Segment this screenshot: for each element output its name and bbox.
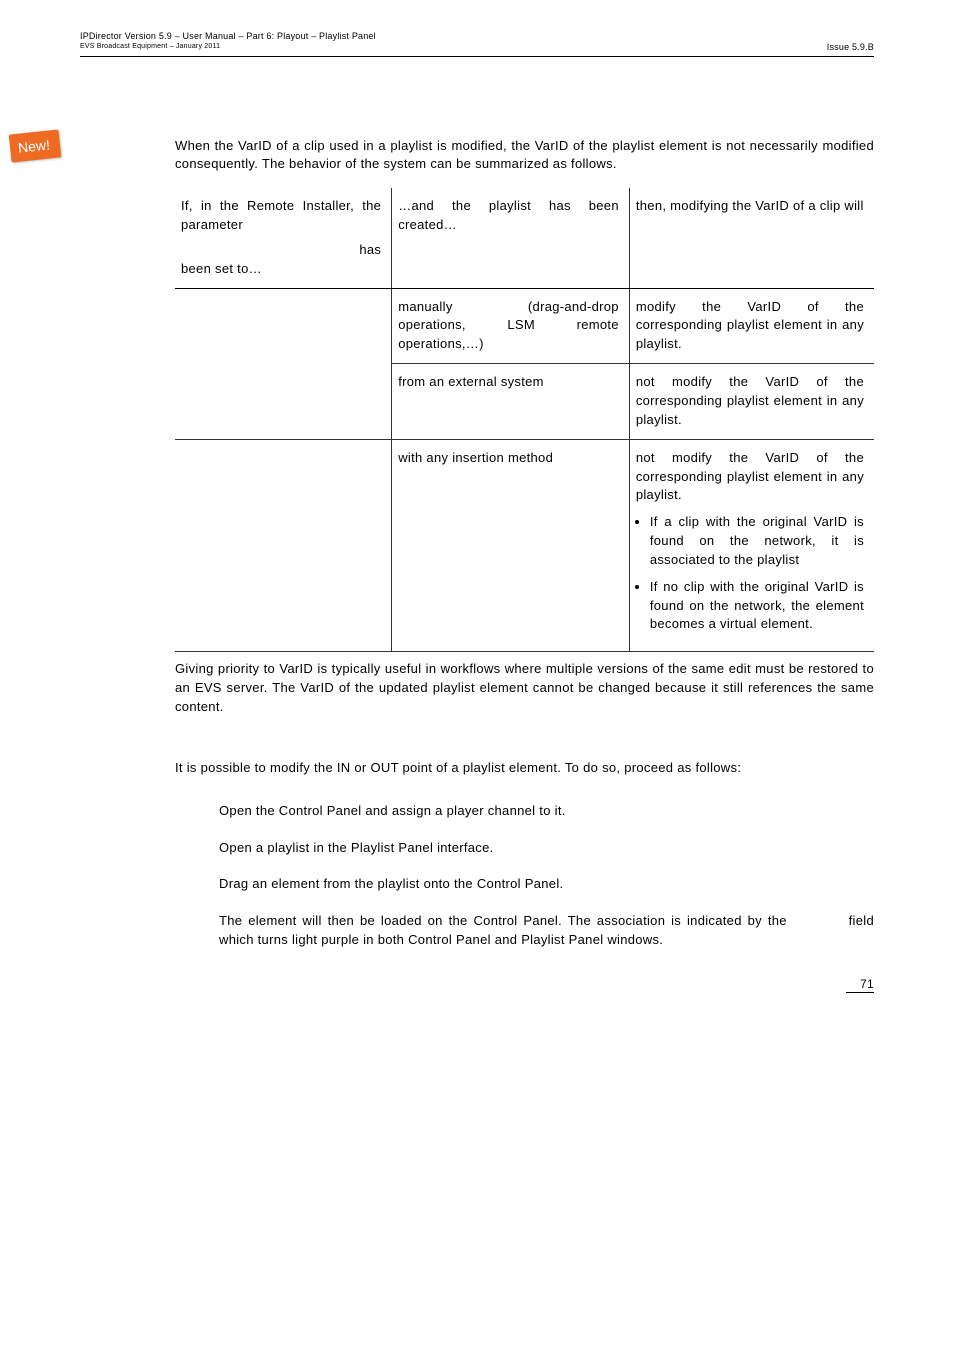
- table-cell: not modify the VarID of the correspondin…: [629, 439, 874, 652]
- step-item: The element will then be loaded on the C…: [219, 912, 874, 950]
- header-subtitle: EVS Broadcast Equipment – January 2011: [80, 42, 376, 51]
- table-cell: from an external system: [392, 364, 630, 440]
- table-head-col1: If, in the Remote Installer, the paramet…: [175, 188, 392, 288]
- behavior-table: If, in the Remote Installer, the paramet…: [175, 188, 874, 652]
- intro-paragraph: When the VarID of a clip used in a playl…: [175, 137, 874, 175]
- page-number: 71: [846, 977, 874, 993]
- table-header-row: If, in the Remote Installer, the paramet…: [175, 188, 874, 288]
- table-row: from an external system not modify the V…: [175, 364, 874, 440]
- table-row: manually (drag-and-drop operations, LSM …: [175, 288, 874, 364]
- section-intro: It is possible to modify the IN or OUT p…: [175, 759, 874, 778]
- table-head-col2: …and the playlist has been created…: [392, 188, 630, 288]
- table-cell: modify the VarID of the corresponding pl…: [629, 288, 874, 364]
- step-item: Open the Control Panel and assign a play…: [219, 802, 874, 821]
- header-title: IPDirector Version 5.9 – User Manual – P…: [80, 30, 376, 42]
- page-footer: 71: [175, 976, 874, 993]
- header-issue: Issue 5.9.B: [827, 42, 874, 52]
- table-cell: not modify the VarID of the correspondin…: [629, 364, 874, 440]
- table-bullet: If no clip with the original VarID is fo…: [650, 578, 864, 635]
- steps-block: Open the Control Panel and assign a play…: [219, 802, 874, 950]
- step-item: Drag an element from the playlist onto t…: [219, 875, 874, 894]
- table-head-col3: then, modifying the VarID of a clip will: [629, 188, 874, 288]
- header-rule: [80, 56, 874, 57]
- step-item: Open a playlist in the Playlist Panel in…: [219, 839, 874, 858]
- after-table-paragraph: Giving priority to VarID is typically us…: [175, 660, 874, 717]
- page-header: IPDirector Version 5.9 – User Manual – P…: [80, 30, 874, 52]
- table-bullet: If a clip with the original VarID is fou…: [650, 513, 864, 570]
- new-tag: New!: [9, 129, 62, 162]
- table-cell: with any insertion method: [392, 439, 630, 652]
- table-row: with any insertion method not modify the…: [175, 439, 874, 652]
- table-cell: manually (drag-and-drop operations, LSM …: [392, 288, 630, 364]
